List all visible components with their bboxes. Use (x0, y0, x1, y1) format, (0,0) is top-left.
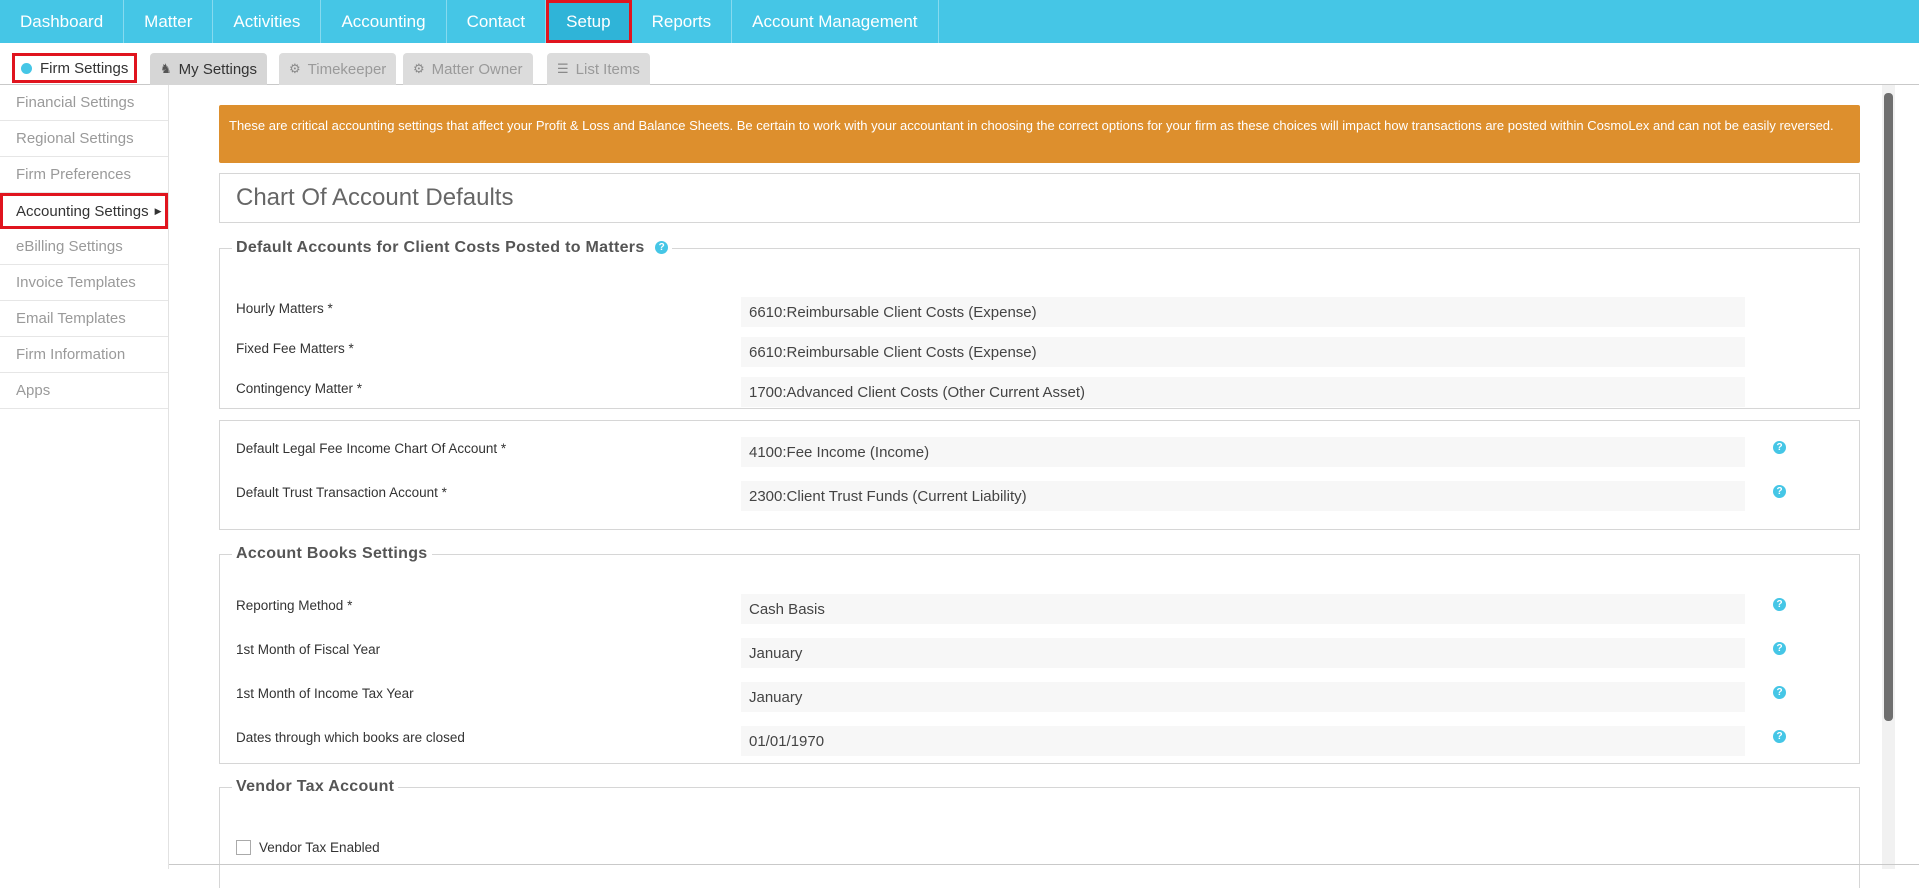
sidebar-item-financial-settings[interactable]: Financial Settings (0, 85, 168, 121)
scrollbar-thumb[interactable] (1884, 93, 1893, 721)
sidebar-item-apps[interactable]: Apps (0, 373, 168, 409)
tab-list-items-label: List Items (575, 60, 640, 78)
tab-matter-owner[interactable]: ⚙ Matter Owner (403, 53, 533, 85)
tab-my-settings[interactable]: ♞ My Settings (150, 53, 268, 85)
vendor-tax-checkbox-row[interactable]: Vendor Tax Enabled (236, 840, 380, 855)
help-icon[interactable]: ? (1773, 598, 1786, 611)
default-accounts-section: Default Legal Fee Income Chart Of Accoun… (219, 420, 1860, 530)
contingency-select[interactable]: 1700:Advanced Client Costs (Other Curren… (741, 377, 1745, 407)
contingency-label: Contingency Matter * (236, 381, 363, 396)
nav-setup[interactable]: Setup (546, 0, 632, 43)
page-title: Chart Of Account Defaults (219, 173, 1860, 223)
sidebar-item-regional-settings[interactable]: Regional Settings (0, 121, 168, 157)
help-icon[interactable]: ? (1773, 642, 1786, 655)
gears-icon: ⚙ (289, 61, 301, 76)
top-nav: Dashboard Matter Activities Accounting C… (0, 0, 1919, 43)
account-books-legend: Account Books Settings (236, 545, 428, 562)
main-content: These are critical accounting settings t… (219, 105, 1860, 223)
reporting-method-label: Reporting Method * (236, 598, 353, 613)
help-icon[interactable]: ? (1773, 441, 1786, 454)
tab-timekeeper[interactable]: ⚙ Timekeeper (279, 53, 397, 85)
legal-fee-select[interactable]: 4100:Fee Income (Income) (741, 437, 1745, 467)
tab-firm-settings-label: Firm Settings (40, 59, 129, 77)
vendor-tax-checkbox[interactable] (236, 840, 251, 855)
sidebar-item-accounting-settings[interactable]: Accounting Settings ▶ (0, 193, 168, 229)
nav-dashboard[interactable]: Dashboard (0, 0, 125, 43)
tax-year-select[interactable]: January (741, 682, 1745, 712)
hourly-matters-label: Hourly Matters * (236, 301, 333, 316)
nav-activities[interactable]: Activities (213, 0, 322, 43)
tab-list-items[interactable]: ☰ List Items (547, 53, 650, 85)
vendor-tax-section: Vendor Tax Account Vendor Tax Enabled (219, 778, 1860, 888)
tax-year-label: 1st Month of Income Tax Year (236, 686, 414, 701)
client-costs-legend-text: Default Accounts for Client Costs Posted… (236, 239, 645, 256)
sidebar-item-invoice-templates[interactable]: Invoice Templates (0, 265, 168, 301)
fiscal-year-label: 1st Month of Fiscal Year (236, 642, 381, 657)
help-icon[interactable]: ? (655, 241, 669, 255)
warning-banner: These are critical accounting settings t… (219, 105, 1860, 163)
settings-sidebar: Financial Settings Regional Settings Fir… (0, 85, 169, 869)
sidebar-item-firm-preferences[interactable]: Firm Preferences (0, 157, 168, 193)
sidebar-item-firm-information[interactable]: Firm Information (0, 337, 168, 373)
fixed-fee-label: Fixed Fee Matters * (236, 341, 354, 356)
client-costs-section: Default Accounts for Client Costs Posted… (219, 239, 1860, 409)
books-closed-label: Dates through which books are closed (236, 730, 465, 745)
trust-account-label: Default Trust Transaction Account * (236, 485, 447, 500)
tab-matter-owner-label: Matter Owner (431, 60, 523, 78)
tab-my-settings-label: My Settings (178, 60, 258, 78)
hourly-matters-select[interactable]: 6610:Reimbursable Client Costs (Expense) (741, 297, 1745, 327)
reporting-method-select[interactable]: Cash Basis (741, 594, 1745, 624)
divider (169, 864, 1919, 865)
trust-account-select[interactable]: 2300:Client Trust Funds (Current Liabili… (741, 481, 1745, 511)
vendor-tax-legend: Vendor Tax Account (236, 778, 395, 795)
settings-tabs: Firm Settings ♞ My Settings ⚙ Timekeeper… (0, 43, 1919, 85)
nav-contact[interactable]: Contact (447, 0, 547, 43)
caret-right-icon: ▶ (154, 205, 162, 216)
sidebar-item-ebilling-settings[interactable]: eBilling Settings (0, 229, 168, 265)
gear-icon: ⚙ (413, 61, 425, 76)
tab-firm-settings[interactable]: Firm Settings (12, 53, 137, 83)
vendor-tax-label: Vendor Tax Enabled (259, 840, 380, 855)
list-icon: ☰ (557, 61, 569, 76)
sidebar-item-email-templates[interactable]: Email Templates (0, 301, 168, 337)
nav-accounting[interactable]: Accounting (321, 0, 447, 43)
sidebar-item-label: Accounting Settings (16, 202, 149, 220)
user-icon: ♞ (160, 61, 172, 76)
help-icon[interactable]: ? (1773, 485, 1786, 498)
fiscal-year-select[interactable]: January (741, 638, 1745, 668)
client-costs-legend: Default Accounts for Client Costs Posted… (232, 239, 672, 257)
nav-account-management[interactable]: Account Management (732, 0, 939, 43)
help-icon[interactable]: ? (1773, 686, 1786, 699)
nav-reports[interactable]: Reports (632, 0, 733, 43)
nav-matter[interactable]: Matter (124, 0, 214, 43)
active-dot-icon (21, 62, 32, 74)
tab-timekeeper-label: Timekeeper (307, 60, 387, 78)
fixed-fee-select[interactable]: 6610:Reimbursable Client Costs (Expense) (741, 337, 1745, 367)
account-books-section: Account Books Settings Reporting Method … (219, 545, 1860, 764)
books-closed-date-input[interactable]: 01/01/1970 (741, 726, 1745, 756)
legal-fee-label: Default Legal Fee Income Chart Of Accoun… (236, 441, 507, 456)
help-icon[interactable]: ? (1773, 730, 1786, 743)
